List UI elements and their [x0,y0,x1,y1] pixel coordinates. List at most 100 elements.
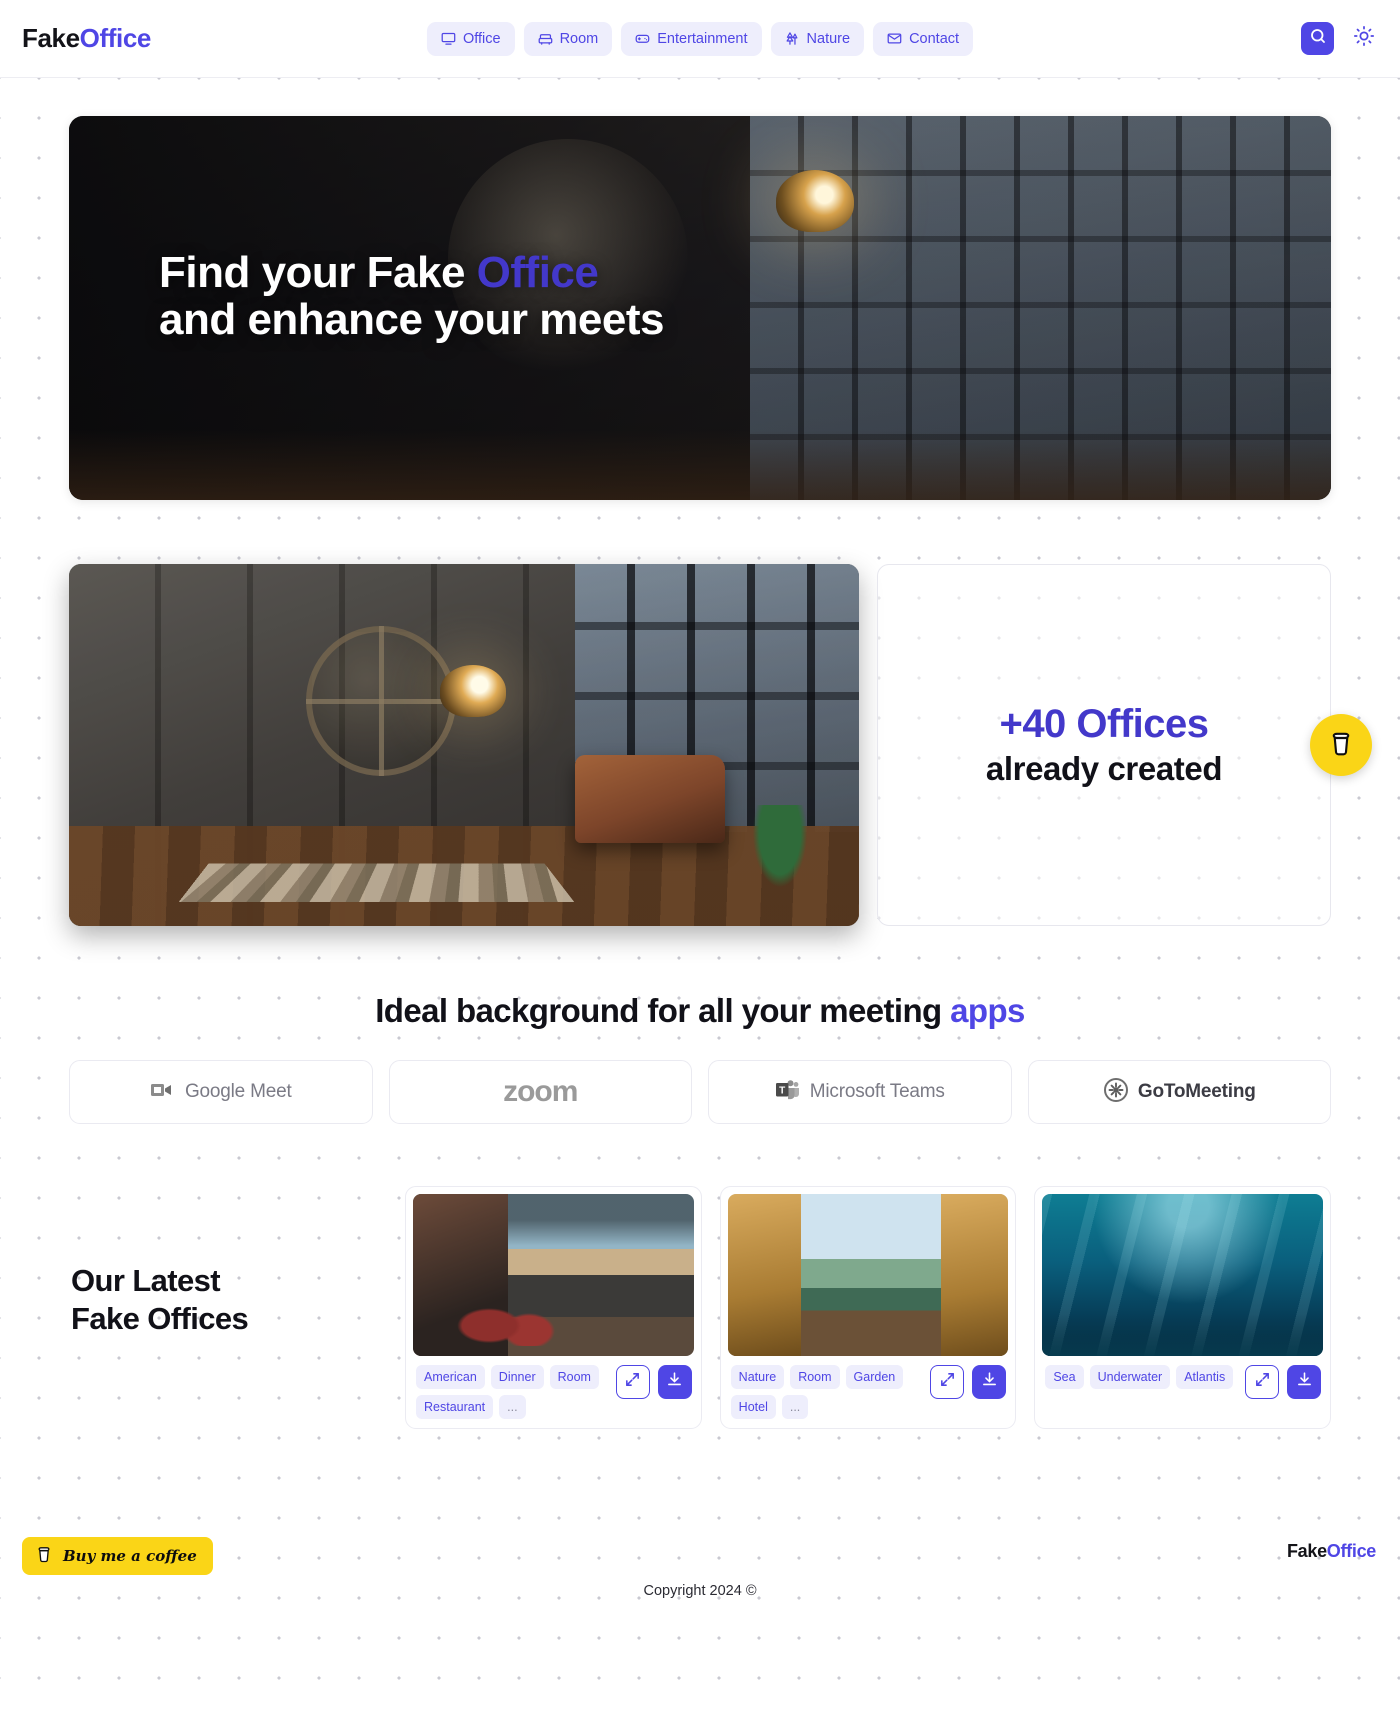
hero-headline: Find your Fake Office and enhance your m… [159,248,664,344]
microsoft-teams-icon: T [775,1079,801,1106]
trees-icon [785,31,800,46]
office-card: Sea Underwater Atlantis [1034,1186,1332,1429]
office-card-actions [930,1365,1007,1399]
showcase-preview-image[interactable] [69,564,859,926]
supported-apps-row: Google Meet zoom T Microsoft Teams GoToM… [69,1060,1331,1124]
sofa-icon [538,31,553,46]
latest-offices-section: Our Latest Fake Offices American Dinner … [69,1186,1332,1429]
latest-offices-card-list: American Dinner Room Restaurant ... Natu… [405,1186,1332,1429]
monitor-icon [441,31,456,46]
hero-banner: Find your Fake Office and enhance your m… [69,116,1331,500]
google-meet-icon [150,1080,176,1105]
buy-me-a-coffee-floating-button[interactable] [1310,714,1372,776]
showcase-wall-circle [306,625,456,776]
gamepad-icon [635,31,650,46]
nav-item-contact-label: Contact [909,30,960,47]
office-card-tag[interactable]: Restaurant [416,1395,494,1419]
office-card: American Dinner Room Restaurant ... [405,1186,702,1429]
buy-me-a-coffee-button[interactable]: Buy me a coffee [22,1537,213,1575]
nav-item-entertainment[interactable]: Entertainment [621,21,762,56]
app-card-zoom[interactable]: zoom [388,1060,692,1124]
office-card-tags: American Dinner Room Restaurant ... [416,1365,608,1419]
download-icon [981,1371,998,1393]
brand-logo-part2: Office [79,23,152,53]
hero-studio-lamp [775,169,854,232]
header-actions [1301,22,1378,55]
search-button[interactable] [1301,22,1334,55]
hero-floor-shade [69,430,1331,500]
footer-brand-logo[interactable]: FakeOffice [1287,1541,1376,1562]
nav-item-room[interactable]: Room [523,21,613,56]
nav-item-room-label: Room [559,30,599,47]
office-card-thumbnail[interactable] [1042,1194,1324,1356]
office-card-tag[interactable]: Dinner [490,1365,544,1389]
app-card-microsoft-teams-label: Microsoft Teams [809,1081,945,1102]
expand-button[interactable] [615,1365,650,1399]
theme-toggle-button[interactable] [1350,25,1378,53]
app-card-google-meet-label: Google Meet [184,1081,292,1102]
office-card-footer: Sea Underwater Atlantis [1042,1365,1323,1399]
hero-headline-line1-a: Find your Fake [159,248,477,297]
showcase-studio-lamp [440,665,507,718]
nav-item-office-label: Office [462,30,501,47]
nav-item-contact[interactable]: Contact [873,21,974,56]
app-card-microsoft-teams[interactable]: T Microsoft Teams [708,1060,1012,1124]
site-header: FakeOffice Office Room Entertainment Nat… [0,0,1400,78]
expand-button[interactable] [1245,1365,1280,1399]
nav-item-office[interactable]: Office [426,21,515,56]
office-card-thumbnail[interactable] [727,1194,1009,1356]
brand-logo-part1: Fake [22,23,80,53]
app-card-gotomeeting[interactable]: GoToMeeting [1027,1060,1331,1124]
office-card-tag[interactable]: Underwater [1089,1365,1171,1389]
sun-icon [1353,25,1375,52]
offices-stat-card: +40 Offices already created [877,564,1372,926]
office-card-tag-more[interactable]: ... [781,1395,809,1419]
buy-me-a-coffee-label: Buy me a coffee [63,1547,197,1565]
office-card-tag[interactable]: Sea [1045,1365,1084,1389]
nav-item-nature[interactable]: Nature [770,21,865,56]
download-button[interactable] [657,1365,692,1399]
showcase-section: +40 Offices already created [69,564,1372,926]
expand-icon [1254,1371,1271,1393]
latest-offices-heading-line2: Fake Offices [71,1300,249,1336]
expand-button[interactable] [930,1365,965,1399]
site-footer: Buy me a coffee FakeOffice Copyright 202… [0,1525,1400,1675]
main-navigation: Office Room Entertainment Nature Contact [426,21,974,56]
download-button[interactable] [1287,1365,1322,1399]
apps-section-title-b: apps [950,992,1025,1029]
content-container: Find your Fake Office and enhance your m… [69,116,1372,1429]
hero-headline-line2: and enhance your meets [159,294,664,344]
office-card-tag-more[interactable]: ... [499,1395,526,1419]
latest-offices-heading: Our Latest Fake Offices [69,1186,387,1338]
latest-offices-heading-line1: Our Latest [71,1263,221,1298]
office-card-thumbnail[interactable] [413,1194,694,1356]
download-button[interactable] [972,1365,1007,1399]
expand-icon [624,1371,641,1393]
hero-text-block: Find your Fake Office and enhance your m… [159,248,664,344]
office-card-tag[interactable]: Atlantis [1176,1365,1234,1389]
download-icon [666,1371,683,1393]
office-card-tag[interactable]: Room [790,1365,840,1389]
coffee-cup-icon [34,1543,54,1570]
office-card-tag[interactable]: Garden [845,1365,904,1389]
mail-icon [887,31,902,46]
office-card-actions [615,1365,692,1399]
app-card-gotomeeting-label: GoToMeeting [1137,1081,1256,1102]
office-card-tag[interactable]: Hotel [730,1395,776,1419]
coffee-cup-icon [1326,728,1356,763]
expand-icon [939,1371,956,1393]
office-card-tag[interactable]: American [416,1365,485,1389]
office-card-tag[interactable]: Room [549,1365,599,1389]
office-card-tag[interactable]: Nature [730,1365,785,1389]
svg-text:T: T [779,1085,785,1096]
offices-count-caption: already created [985,750,1223,788]
office-card: Nature Room Garden Hotel ... [719,1186,1017,1429]
nav-item-entertainment-label: Entertainment [657,30,748,47]
app-card-google-meet[interactable]: Google Meet [69,1060,373,1124]
page-body: Find your Fake Office and enhance your m… [0,116,1400,1715]
copyright-text: Copyright 2024 © [643,1583,757,1599]
download-icon [1296,1371,1313,1393]
apps-section-title: Ideal background for all your meeting ap… [69,992,1331,1030]
brand-logo[interactable]: FakeOffice [22,23,151,54]
gotomeeting-icon [1103,1077,1129,1108]
